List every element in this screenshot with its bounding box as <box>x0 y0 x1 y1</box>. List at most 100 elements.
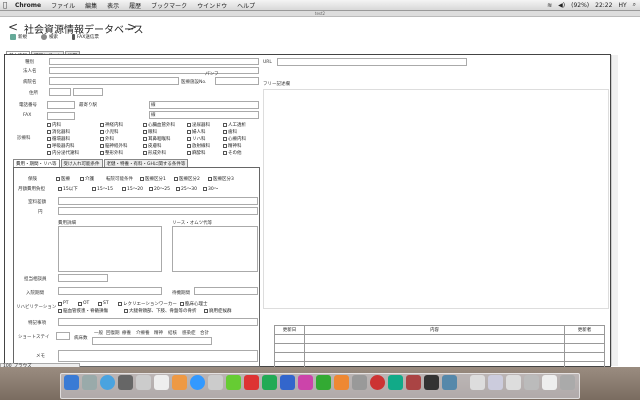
station-field[interactable] <box>149 101 259 109</box>
memo-field[interactable] <box>58 350 258 362</box>
app-icon[interactable] <box>334 375 349 390</box>
hospital-code-field[interactable] <box>215 77 259 85</box>
rehab-option[interactable]: ST <box>98 301 109 306</box>
dept-checkbox[interactable]: 内分泌代謝科 <box>47 150 79 156</box>
menu-bookmarks[interactable]: ブックマーク <box>146 1 192 10</box>
dept-checkbox[interactable]: 整形外科 <box>100 150 123 156</box>
dept-checkbox[interactable]: 精神科 <box>223 143 242 149</box>
finder-icon[interactable] <box>64 375 79 390</box>
menu-app[interactable]: Chrome <box>10 2 46 9</box>
monthly-option[interactable]: 15〜15 <box>92 186 113 192</box>
folder-icon[interactable] <box>506 375 521 390</box>
itunes-icon[interactable] <box>190 375 205 390</box>
dept-checkbox[interactable]: 皮膚科 <box>143 143 162 149</box>
type-field[interactable] <box>49 58 259 65</box>
folder-icon[interactable] <box>524 375 539 390</box>
insurance-medical[interactable]: 医療 <box>56 176 70 182</box>
contacts-icon[interactable] <box>136 375 151 390</box>
powerpoint-icon[interactable] <box>298 375 313 390</box>
fax-field[interactable] <box>47 112 75 120</box>
facility-field[interactable] <box>49 77 179 85</box>
facetime-icon[interactable] <box>226 375 241 390</box>
dept-checkbox[interactable]: 耳鼻咽喉科 <box>143 136 171 142</box>
ical-icon[interactable] <box>172 375 187 390</box>
phone-field[interactable] <box>47 101 75 109</box>
app-icon[interactable] <box>244 375 259 390</box>
dept-checkbox[interactable]: 眼科 <box>143 129 157 135</box>
medical-class-2[interactable]: 医療区分2 <box>174 176 200 182</box>
mail-icon[interactable] <box>118 375 133 390</box>
rehab-option[interactable]: 脳血管疾患・脊髄損傷 <box>58 308 108 314</box>
clock[interactable]: 22:22 <box>595 2 612 9</box>
cost-detail-field[interactable] <box>58 226 162 272</box>
monthly-option[interactable]: 30〜 <box>203 186 218 192</box>
free-text[interactable] <box>263 89 609 309</box>
insurance-care[interactable]: 介護 <box>80 176 94 182</box>
folder-icon[interactable] <box>470 375 485 390</box>
yen-field[interactable] <box>58 207 258 215</box>
back-button[interactable]: < <box>8 20 18 34</box>
staff-field[interactable] <box>58 274 108 282</box>
app-icon[interactable] <box>352 375 367 390</box>
word-icon[interactable] <box>280 375 295 390</box>
dept-checkbox[interactable]: リハ科 <box>187 136 206 142</box>
monthly-option[interactable]: 15〜20 <box>122 186 143 192</box>
zip-field[interactable] <box>49 88 71 96</box>
chrome-icon[interactable] <box>370 375 385 390</box>
dept-checkbox[interactable]: 放射線科 <box>187 143 210 149</box>
dept-checkbox[interactable]: 呼吸器内科 <box>47 143 75 149</box>
fax-button[interactable]: FAX送信票 <box>72 34 99 40</box>
dept-checkbox[interactable]: 泌尿器科 <box>187 122 210 128</box>
menu-history[interactable]: 履歴 <box>124 1 146 10</box>
trash-icon[interactable] <box>560 375 575 390</box>
rehab-option[interactable]: レクリエーションワーカー <box>118 301 177 307</box>
app-icon[interactable] <box>442 375 457 390</box>
monthly-option[interactable]: 25〜30 <box>176 186 197 192</box>
menu-view[interactable]: 表示 <box>102 1 124 10</box>
special-field[interactable] <box>58 318 258 326</box>
dept-checkbox[interactable]: 外科 <box>100 136 114 142</box>
dept-checkbox[interactable]: 神経内科 <box>100 122 123 128</box>
station-field-2[interactable] <box>149 111 259 119</box>
app-icon[interactable] <box>424 375 439 390</box>
menu-edit[interactable]: 編集 <box>80 1 102 10</box>
rehab-option[interactable]: 廃用症候群 <box>204 308 232 314</box>
lease-field[interactable] <box>172 226 258 272</box>
table-row[interactable] <box>274 352 605 362</box>
dept-checkbox[interactable]: 心療内科 <box>223 136 246 142</box>
short-stay-field[interactable] <box>56 332 70 340</box>
wifi-icon[interactable]: ≋ <box>547 2 552 9</box>
menu-help[interactable]: ヘルプ <box>232 1 260 10</box>
address-field[interactable] <box>73 88 103 96</box>
dept-checkbox[interactable]: 消化器科 <box>47 129 70 135</box>
dept-checkbox[interactable]: 循環器科 <box>47 136 70 142</box>
medical-class-1[interactable]: 医療区分1 <box>140 176 166 182</box>
folder-icon[interactable] <box>488 375 503 390</box>
corp-field[interactable] <box>49 67 259 74</box>
app-icon[interactable] <box>406 375 421 390</box>
monthly-option[interactable]: 20〜25 <box>149 186 170 192</box>
rehab-option[interactable]: 大腿骨頸部、下肢、骨盤等の骨折 <box>124 308 197 314</box>
new-button[interactable]: 新規 <box>10 34 27 40</box>
preferences-icon[interactable] <box>208 375 223 390</box>
dept-checkbox[interactable]: その他 <box>223 150 242 156</box>
dept-checkbox[interactable]: 小児科 <box>100 129 119 135</box>
menu-window[interactable]: ウインドウ <box>192 1 232 10</box>
calendar-icon[interactable] <box>154 375 169 390</box>
user-name[interactable]: HY <box>618 2 626 9</box>
url-field[interactable] <box>277 58 467 66</box>
medical-class-3[interactable]: 医療区分3 <box>208 176 234 182</box>
launchpad-icon[interactable] <box>82 375 97 390</box>
table-row[interactable] <box>274 334 605 344</box>
menu-file[interactable]: ファイル <box>46 1 80 10</box>
rehab-option[interactable]: 臨床心理士 <box>180 301 208 307</box>
app-icon[interactable] <box>262 375 277 390</box>
scrollbar[interactable] <box>611 55 618 366</box>
spotlight-icon[interactable]: ⌕ <box>633 1 636 9</box>
folder-icon[interactable] <box>542 375 557 390</box>
app-icon[interactable] <box>388 375 403 390</box>
monthly-option[interactable]: 15以下 <box>58 186 78 192</box>
apple-icon[interactable]:  <box>0 1 10 9</box>
rehab-option[interactable]: OT <box>78 301 89 306</box>
dept-checkbox[interactable]: 歯科 <box>223 129 237 135</box>
